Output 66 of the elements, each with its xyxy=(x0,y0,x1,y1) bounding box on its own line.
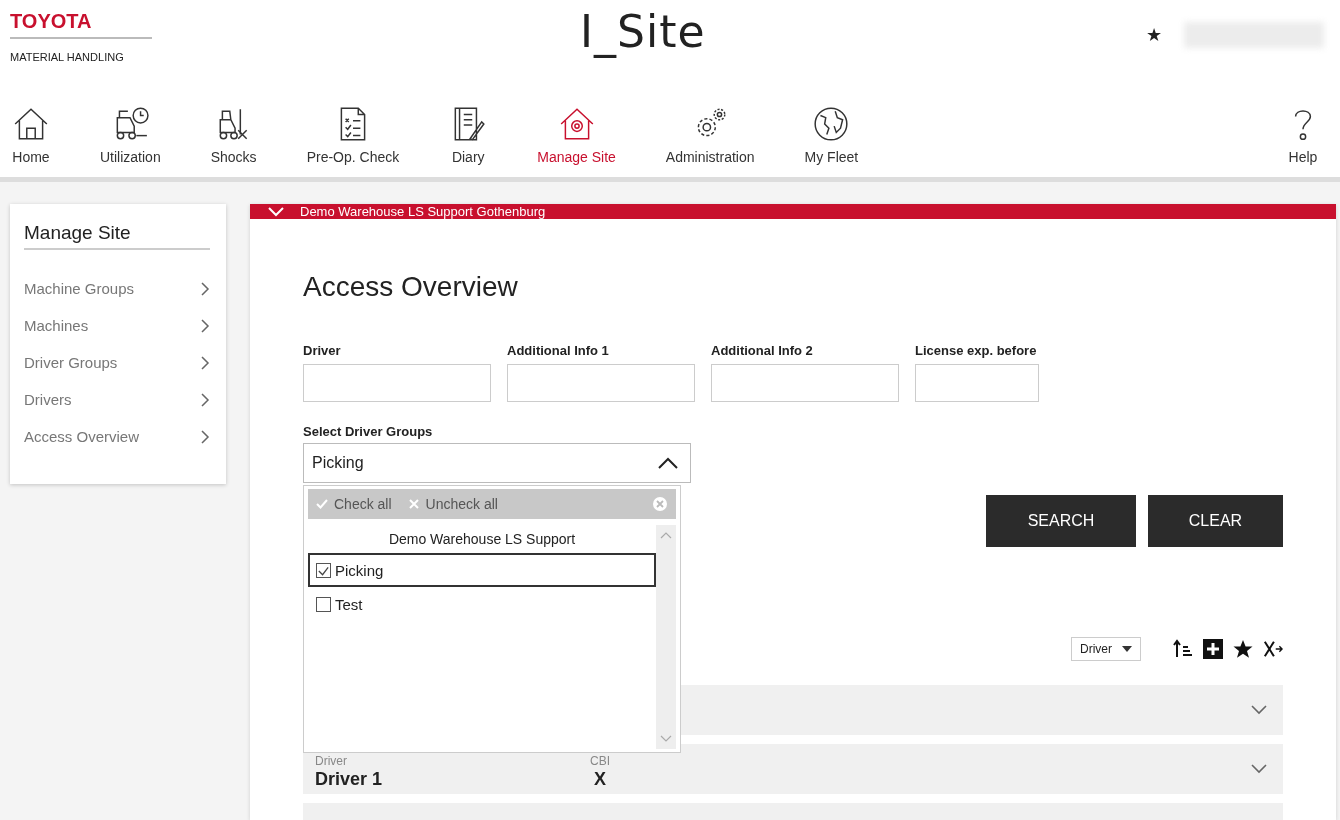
app-title: I_Site xyxy=(580,6,706,57)
page-title: Access Overview xyxy=(303,271,519,303)
check-icon xyxy=(316,499,328,509)
scrollbar[interactable] xyxy=(656,525,676,749)
chevron-right-icon xyxy=(200,428,210,445)
input-field[interactable] xyxy=(915,364,1039,402)
chevron-right-icon xyxy=(200,317,210,334)
scroll-up-icon[interactable] xyxy=(660,531,672,539)
input-field[interactable] xyxy=(303,364,491,402)
add-icon[interactable] xyxy=(1203,639,1223,659)
nav-item[interactable]: Help xyxy=(1284,104,1322,165)
cell-value: X xyxy=(594,768,606,790)
cross-icon xyxy=(407,499,420,509)
select-field[interactable]: Picking xyxy=(303,443,691,483)
globe-icon xyxy=(812,104,851,143)
nav-item[interactable]: Utilization xyxy=(100,104,161,165)
checkbox[interactable] xyxy=(316,596,331,612)
result-row[interactable]: Driver Driver 1 CBI X xyxy=(303,744,1283,794)
chevron-right-icon xyxy=(200,391,210,408)
cell-value: Driver 1 xyxy=(315,768,383,790)
field-label: Additional Info 2 xyxy=(711,343,814,358)
brand-logo: TOYOTA xyxy=(10,10,152,39)
nav-item[interactable]: Shocks xyxy=(210,104,257,165)
cell-label: CBI xyxy=(590,754,610,768)
field-label: License exp. before xyxy=(915,343,1038,358)
sidebar-item[interactable]: Machine Groups xyxy=(24,270,210,307)
scroll-down-icon[interactable] xyxy=(660,735,672,743)
favorite-button[interactable]: ★ xyxy=(1146,24,1162,46)
chevron-right-icon xyxy=(200,354,210,371)
sort-icon[interactable] xyxy=(1173,639,1193,659)
sidebar-item[interactable]: Driver Groups xyxy=(24,344,210,381)
field-label: Driver xyxy=(303,343,342,358)
chevron-right-icon xyxy=(200,280,210,297)
chevron-up-icon xyxy=(658,457,678,469)
sidebar-item[interactable]: Access Overview xyxy=(24,418,210,455)
field-label: Additional Info 1 xyxy=(507,343,610,358)
star-icon[interactable] xyxy=(1233,639,1253,659)
nav-item[interactable]: Manage Site xyxy=(537,104,616,165)
brand-subtitle: MATERIAL HANDLING xyxy=(10,51,125,63)
group-heading: Demo Warehouse LS Support xyxy=(387,530,577,549)
action-button[interactable]: CLEAR xyxy=(1148,495,1283,547)
sort-select[interactable]: Driver xyxy=(1071,637,1141,661)
chevron-down-icon xyxy=(268,206,284,217)
option-item[interactable]: Picking xyxy=(308,553,656,587)
chevron-down-icon[interactable] xyxy=(1251,705,1267,715)
nav-item[interactable]: Administration xyxy=(665,104,755,165)
sidebar-item[interactable]: Machines xyxy=(24,307,210,344)
field-label: Select Driver Groups xyxy=(303,424,434,439)
nav-item[interactable]: Home xyxy=(12,104,50,165)
option-item[interactable]: Test xyxy=(308,587,656,621)
input-field[interactable] xyxy=(507,364,695,402)
nav-item[interactable]: My Fleet xyxy=(804,104,859,165)
nav-item[interactable]: Diary xyxy=(449,104,488,165)
site-bar[interactable]: Demo Warehouse LS Support Gothenburg xyxy=(250,204,1336,219)
uncheck-all-button[interactable]: Uncheck all xyxy=(407,496,498,512)
checkbox[interactable] xyxy=(316,562,331,578)
input-field[interactable] xyxy=(711,364,899,402)
cell-label: Driver xyxy=(315,754,347,768)
close-icon[interactable] xyxy=(652,496,668,512)
sidebar-item[interactable]: Drivers xyxy=(24,381,210,418)
nav-item[interactable]: Pre-Op. Check xyxy=(306,104,400,165)
chevron-down-icon[interactable] xyxy=(1251,764,1267,774)
check-all-button[interactable]: Check all xyxy=(316,496,392,512)
sidebar-title: Manage Site xyxy=(24,222,210,250)
caret-icon xyxy=(1122,646,1132,652)
action-button[interactable]: SEARCH xyxy=(986,495,1136,547)
